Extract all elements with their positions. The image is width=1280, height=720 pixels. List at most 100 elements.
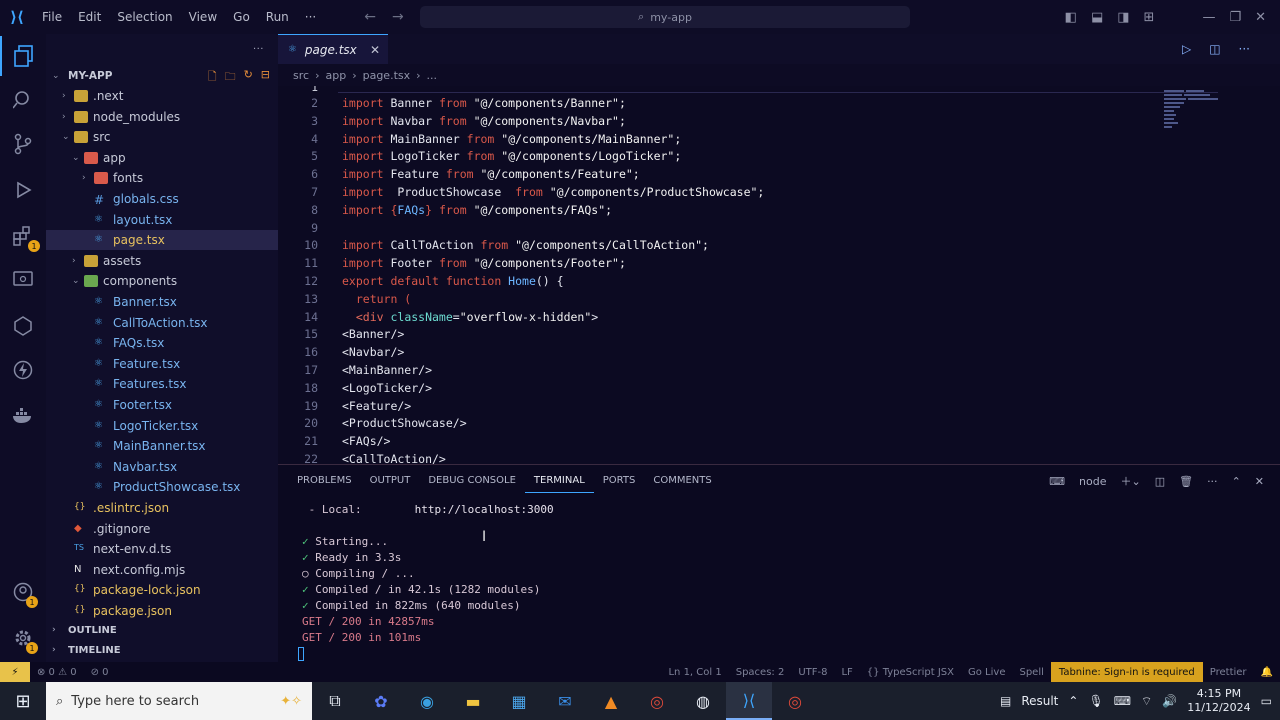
panel-tab-output[interactable]: OUTPUT: [361, 471, 420, 493]
forward-arrow-icon[interactable]: →: [392, 9, 404, 25]
more-actions-icon[interactable]: ···: [253, 44, 264, 55]
tree-item[interactable]: › .next: [46, 86, 278, 106]
new-folder-icon[interactable]: 🗀: [225, 68, 236, 87]
collapse-all-icon[interactable]: ⊟: [261, 68, 270, 87]
github-desktop-icon[interactable]: ◍: [680, 682, 726, 720]
tree-item[interactable]: ⚛ FAQs.tsx: [46, 333, 278, 353]
extensions-icon[interactable]: 1: [0, 216, 46, 256]
panel-tab-problems[interactable]: PROBLEMS: [288, 471, 361, 493]
notification-center-icon[interactable]: ▭: [1261, 694, 1272, 708]
chrome-icon[interactable]: ◎: [634, 682, 680, 720]
close-panel-icon[interactable]: ✕: [1255, 475, 1264, 488]
problems-status[interactable]: ⊗ 0 ⚠ 0: [30, 667, 84, 678]
docker-icon[interactable]: [0, 396, 46, 436]
breadcrumb-item[interactable]: ...: [427, 69, 438, 82]
tree-item[interactable]: ⚛ Features.tsx: [46, 374, 278, 394]
encoding[interactable]: UTF-8: [791, 667, 834, 678]
tree-item[interactable]: ⚛ layout.tsx: [46, 210, 278, 230]
command-center-search[interactable]: ⌕ my-app: [420, 6, 910, 28]
tree-item[interactable]: ⚛ ProductShowcase.tsx: [46, 477, 278, 497]
tree-item[interactable]: › fonts: [46, 168, 278, 188]
tree-item[interactable]: ⚛ Banner.tsx: [46, 292, 278, 312]
mail-icon[interactable]: ✉: [542, 682, 588, 720]
tree-item[interactable]: ⚛ page.tsx: [46, 230, 278, 251]
tree-item[interactable]: ⚛ Feature.tsx: [46, 354, 278, 374]
task-view-icon[interactable]: ⧉: [312, 682, 358, 720]
toggle-sidebar-icon[interactable]: ◧: [1065, 10, 1077, 25]
edge-icon[interactable]: ◉: [404, 682, 450, 720]
keyboard-icon[interactable]: ⌨: [1114, 694, 1131, 708]
tree-item[interactable]: {} .eslintrc.json: [46, 498, 278, 518]
breadcrumb-item[interactable]: app: [325, 69, 346, 82]
minimap[interactable]: [1162, 88, 1222, 134]
tree-item[interactable]: {} package-lock.json: [46, 580, 278, 600]
tree-item[interactable]: Nnext.config.mjs: [46, 560, 278, 580]
breadcrumb-item[interactable]: src: [293, 69, 309, 82]
run-icon[interactable]: ▷: [1182, 42, 1191, 56]
split-terminal-icon[interactable]: ◫: [1155, 475, 1165, 488]
new-terminal-icon[interactable]: ＋⌄: [1120, 473, 1140, 489]
timeline-section[interactable]: › TIMELINE: [46, 640, 278, 660]
tree-item[interactable]: › assets: [46, 251, 278, 271]
menu-item[interactable]: ···: [297, 10, 324, 24]
refresh-icon[interactable]: ↻: [244, 68, 253, 87]
show-hidden-icons-icon[interactable]: ⌃: [1068, 694, 1078, 708]
tree-item[interactable]: {} package.json: [46, 601, 278, 621]
toggle-panel-icon[interactable]: ⬓: [1091, 10, 1103, 25]
chrome-profile-icon[interactable]: ◎: [772, 682, 818, 720]
run-debug-icon[interactable]: [0, 170, 46, 210]
microsoft-store-icon[interactable]: ▦: [496, 682, 542, 720]
split-editor-icon[interactable]: ◫: [1209, 42, 1220, 56]
tree-item[interactable]: ⚛ Footer.tsx: [46, 395, 278, 415]
menu-item[interactable]: Selection: [109, 10, 180, 24]
minimize-icon[interactable]: —: [1202, 10, 1215, 25]
tree-item[interactable]: # globals.css: [46, 189, 278, 209]
tray-label[interactable]: Result: [1021, 694, 1058, 708]
prettier-status[interactable]: Prettier: [1203, 667, 1254, 678]
spell-check[interactable]: Spell: [1012, 667, 1050, 678]
source-control-icon[interactable]: [0, 124, 46, 164]
search-icon[interactable]: [0, 80, 46, 120]
panel-tab-debug-console[interactable]: DEBUG CONSOLE: [419, 471, 525, 493]
menu-item[interactable]: View: [181, 10, 225, 24]
remote-explorer-icon[interactable]: [0, 260, 46, 300]
thunder-client-icon[interactable]: [0, 350, 46, 390]
more-actions-icon[interactable]: ···: [1207, 475, 1218, 488]
tree-item[interactable]: ⚛ CallToAction.tsx: [46, 313, 278, 333]
maximize-icon[interactable]: ❐: [1229, 10, 1241, 25]
file-explorer-icon[interactable]: ▬: [450, 682, 496, 720]
accounts-icon[interactable]: 1: [0, 572, 46, 612]
cursor-position[interactable]: Ln 1, Col 1: [661, 667, 728, 678]
terminal-name[interactable]: node: [1079, 475, 1106, 488]
tree-item[interactable]: ◆ .gitignore: [46, 519, 278, 539]
tree-item[interactable]: ⌄ src: [46, 127, 278, 147]
close-tab-icon[interactable]: ✕: [370, 43, 380, 57]
copilot-icon[interactable]: [0, 306, 46, 346]
windows-start-icon[interactable]: ⊞: [0, 682, 46, 720]
tree-item[interactable]: ⚛ Navbar.tsx: [46, 457, 278, 477]
localhost-link[interactable]: http://localhost:3000: [415, 503, 554, 516]
ports-status[interactable]: ⊘ 0: [84, 667, 116, 678]
tree-item[interactable]: ⌄ components: [46, 271, 278, 291]
vlc-icon[interactable]: ▲: [588, 682, 634, 720]
calculator-icon[interactable]: ▤: [1000, 694, 1011, 708]
tree-item[interactable]: ⚛ MainBanner.tsx: [46, 436, 278, 456]
breadcrumb-item[interactable]: page.tsx: [363, 69, 411, 82]
customize-layout-icon[interactable]: ⊞: [1144, 10, 1155, 25]
end-of-line[interactable]: LF: [834, 667, 859, 678]
kill-terminal-icon[interactable]: 🗑: [1179, 475, 1193, 488]
close-window-icon[interactable]: ✕: [1255, 10, 1266, 25]
indentation[interactable]: Spaces: 2: [729, 667, 792, 678]
maximize-panel-icon[interactable]: ⌃: [1232, 475, 1241, 488]
taskbar-search[interactable]: ⌕ Type here to search ✦✧: [46, 682, 312, 720]
code-editor[interactable]: 1 2 import Banner from "@/components/Bann…: [278, 86, 1280, 464]
tab-page-tsx[interactable]: ⚛ page.tsx ✕: [278, 34, 388, 64]
remote-indicator-icon[interactable]: ⚡: [0, 662, 30, 682]
panel-tab-terminal[interactable]: TERMINAL: [524, 471, 594, 493]
new-file-icon[interactable]: 🗋: [208, 68, 217, 87]
project-root[interactable]: ⌄ MY-APP 🗋 🗀 ↻ ⊟: [46, 66, 278, 86]
panel-tab-comments[interactable]: COMMENTS: [644, 471, 720, 493]
explorer-icon[interactable]: [0, 36, 46, 76]
menu-item[interactable]: File: [34, 10, 70, 24]
tree-item[interactable]: ⌄ app: [46, 148, 278, 168]
